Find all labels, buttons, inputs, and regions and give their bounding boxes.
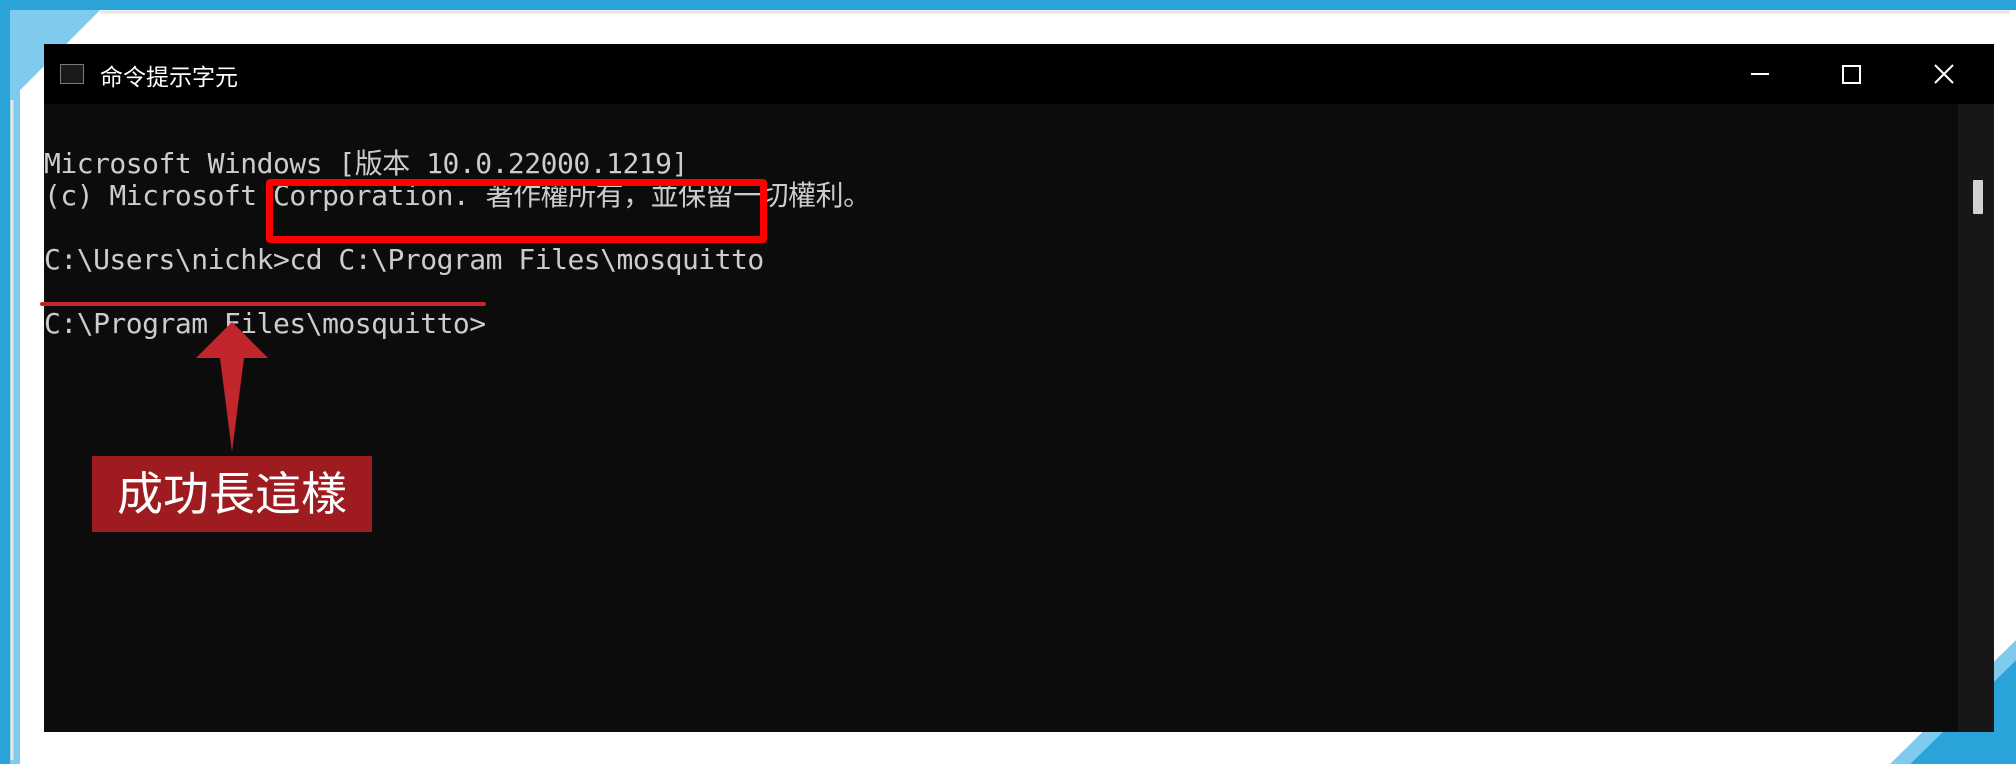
maximize-icon — [1842, 65, 1861, 84]
minimize-icon — [1751, 73, 1769, 75]
close-button[interactable] — [1898, 44, 1990, 104]
success-label: 成功長這樣 — [92, 456, 372, 532]
success-label-text: 成功長這樣 — [117, 467, 347, 521]
title-bar[interactable]: 命令提示字元 — [44, 44, 1994, 104]
minimize-button[interactable] — [1714, 44, 1806, 104]
console-window: 命令提示字元 Microsoft Windows [版本 10.0.22000.… — [44, 44, 1994, 732]
console-line-copyright: (c) Microsoft Corporation. 著作權所有，並保留一切權利… — [44, 179, 871, 212]
console-line-cd-command: C:\Users\nichk>cd C:\Program Files\mosqu… — [44, 243, 764, 276]
scrollbar-thumb[interactable] — [1973, 180, 1983, 214]
console-output[interactable]: Microsoft Windows [版本 10.0.22000.1219] (… — [44, 104, 1958, 732]
console-icon — [60, 64, 84, 84]
up-arrow-icon — [196, 322, 268, 452]
console-line-version: Microsoft Windows [版本 10.0.22000.1219] — [44, 147, 688, 180]
window-title: 命令提示字元 — [100, 65, 238, 91]
maximize-button[interactable] — [1806, 44, 1898, 104]
prompt-underline — [40, 302, 486, 306]
close-icon — [1934, 64, 1954, 84]
